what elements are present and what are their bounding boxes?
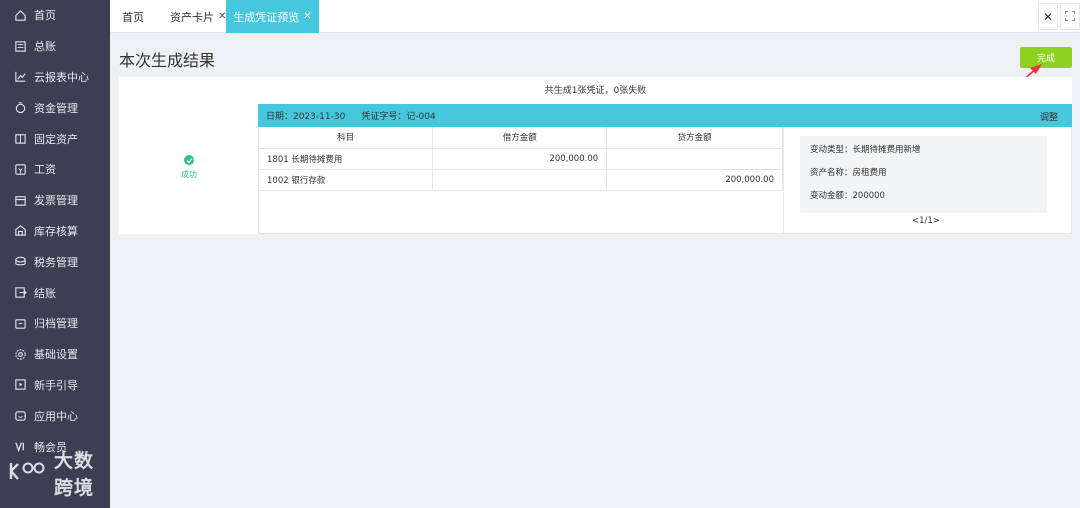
info-value: 房租费用 <box>852 168 887 178</box>
tab-bar: 首页 资产卡片 ✕ 生成凭证预览 ✕ ✕ <box>110 0 1080 33</box>
sidebar: 首页总账云报表中心资金管理固定资产工资发票管理库存核算税务管理结账归档管理基础设… <box>0 0 110 508</box>
tab-voucher-preview[interactable]: 生成凭证预览 ✕ <box>226 0 319 33</box>
pagination[interactable]: <1/1> <box>912 216 940 226</box>
sidebar-item-label: 发票管理 <box>34 194 78 208</box>
change-type-row: 变动类型：长期待摊费用新增 <box>810 143 1047 166</box>
sidebar-item-label: 工资 <box>34 163 56 177</box>
chart-icon <box>14 70 27 83</box>
sidebar-item-12[interactable]: 基础设置 <box>0 339 110 370</box>
column-header: 贷方金额 <box>606 127 783 149</box>
credit-cell <box>606 147 783 170</box>
table-row: 1801 长期待摊费用 200,000.00 <box>259 147 783 170</box>
brand-logo: 大数跨境 <box>8 446 110 500</box>
sidebar-item-14[interactable]: 应用中心 <box>0 400 110 431</box>
amount-row: 变动金额：200000 <box>810 189 1047 212</box>
subject-cell: 1002 银行存款 <box>259 168 434 191</box>
sidebar-item-label: 总账 <box>34 40 56 54</box>
tab-asset-card[interactable]: 资产卡片 ✕ <box>170 0 226 33</box>
sidebar-item-label: 资金管理 <box>34 101 78 115</box>
sidebar-item-1[interactable]: 首页 <box>0 0 110 31</box>
sidebar-item-2[interactable]: 总账 <box>0 31 110 62</box>
sidebar-item-3[interactable]: 云报表中心 <box>0 62 110 93</box>
info-label: 变动类型： <box>810 145 853 155</box>
adjust-link[interactable]: 调整 <box>1040 110 1058 123</box>
checkout-icon <box>14 286 27 299</box>
close-icon[interactable]: ✕ <box>303 11 311 22</box>
brand-logo-text: 大数跨境 <box>54 450 95 499</box>
divider <box>783 127 784 234</box>
voucher-date: 日期：2023-11-30 <box>266 112 346 122</box>
voucher-body: 科目 借方金额 贷方金额 1801 长期待摊费用 200,000.00 1002… <box>258 127 1072 234</box>
sidebar-item-label: 税务管理 <box>34 255 78 269</box>
info-label: 变动金额： <box>810 191 853 201</box>
info-value: 长期待摊费用新增 <box>852 145 921 155</box>
archive-icon <box>14 317 27 330</box>
credit-cell: 200,000.00 <box>606 168 783 191</box>
sidebar-item-6[interactable]: 工资 <box>0 154 110 185</box>
voucher-number: 凭证字号：记-004 <box>361 112 436 122</box>
warehouse-icon <box>14 224 27 237</box>
settings-icon <box>14 348 27 361</box>
sidebar-item-10[interactable]: 结账 <box>0 277 110 308</box>
debit-cell <box>432 168 608 191</box>
app-center-icon <box>14 409 27 422</box>
sidebar-item-label: 云报表中心 <box>34 70 89 84</box>
fullscreen-icon <box>1064 10 1076 24</box>
debit-cell: 200,000.00 <box>432 147 608 170</box>
voucher-table: 科目 借方金额 贷方金额 1801 长期待摊费用 200,000.00 1002… <box>259 127 783 191</box>
sidebar-item-label: 基础设置 <box>34 348 78 362</box>
subject-cell: 1801 长期待摊费用 <box>259 147 434 170</box>
page-title: 本次生成结果 <box>119 51 216 70</box>
sidebar-item-8[interactable]: 库存核算 <box>0 216 110 247</box>
sidebar-item-label: 应用中心 <box>34 409 78 423</box>
money-bag-icon <box>14 101 27 114</box>
brand-logo-icon <box>8 460 48 487</box>
result-panel: 共生成1张凭证，0张失败 成功 日期：2023-11-30 凭证字号：记-004… <box>119 77 1072 234</box>
salary-icon <box>14 163 27 176</box>
close-all-tabs-button[interactable]: ✕ <box>1038 3 1058 30</box>
sidebar-item-label: 新手引导 <box>34 378 78 392</box>
table-header-row: 科目 借方金额 贷方金额 <box>259 127 783 149</box>
sidebar-item-11[interactable]: 归档管理 <box>0 308 110 339</box>
sidebar-item-13[interactable]: 新手引导 <box>0 370 110 401</box>
ledger-icon <box>14 40 27 53</box>
tax-icon <box>14 255 27 268</box>
fullscreen-button[interactable] <box>1060 3 1080 30</box>
sidebar-item-7[interactable]: 发票管理 <box>0 185 110 216</box>
sidebar-item-label: 固定资产 <box>34 132 78 146</box>
change-info-box: 变动类型：长期待摊费用新增 资产名称：房租费用 变动金额：200000 <box>800 136 1047 213</box>
voucher-header: 日期：2023-11-30 凭证字号：记-004 调整 <box>258 104 1072 127</box>
status-badge: 成功 <box>171 155 207 180</box>
table-row: 1002 银行存款 200,000.00 <box>259 168 783 191</box>
column-header: 科目 <box>259 127 434 149</box>
tab-label: 生成凭证预览 <box>233 10 300 24</box>
close-icon: ✕ <box>1042 9 1054 24</box>
status-label: 成功 <box>181 170 197 179</box>
column-header: 借方金额 <box>432 127 608 149</box>
sidebar-item-label: 结账 <box>34 286 56 300</box>
sidebar-item-label: 库存核算 <box>34 224 78 238</box>
sidebar-item-4[interactable]: 资金管理 <box>0 92 110 123</box>
sidebar-item-label: 归档管理 <box>34 317 78 331</box>
sidebar-item-label: 首页 <box>34 9 56 23</box>
result-summary: 共生成1张凭证，0张失败 <box>544 86 647 96</box>
tab-home[interactable]: 首页 <box>122 0 144 33</box>
guide-icon <box>14 378 27 391</box>
asset-icon <box>14 132 27 145</box>
tab-label: 首页 <box>122 10 144 24</box>
sidebar-item-5[interactable]: 固定资产 <box>0 123 110 154</box>
sidebar-item-9[interactable]: 税务管理 <box>0 246 110 277</box>
info-label: 资产名称： <box>810 168 853 178</box>
info-value: 200000 <box>852 191 885 201</box>
tab-label: 资产卡片 <box>170 10 214 24</box>
home-icon <box>14 9 27 22</box>
success-check-icon <box>184 155 194 165</box>
asset-name-row: 资产名称：房租费用 <box>810 166 1047 189</box>
invoice-icon <box>14 194 27 207</box>
